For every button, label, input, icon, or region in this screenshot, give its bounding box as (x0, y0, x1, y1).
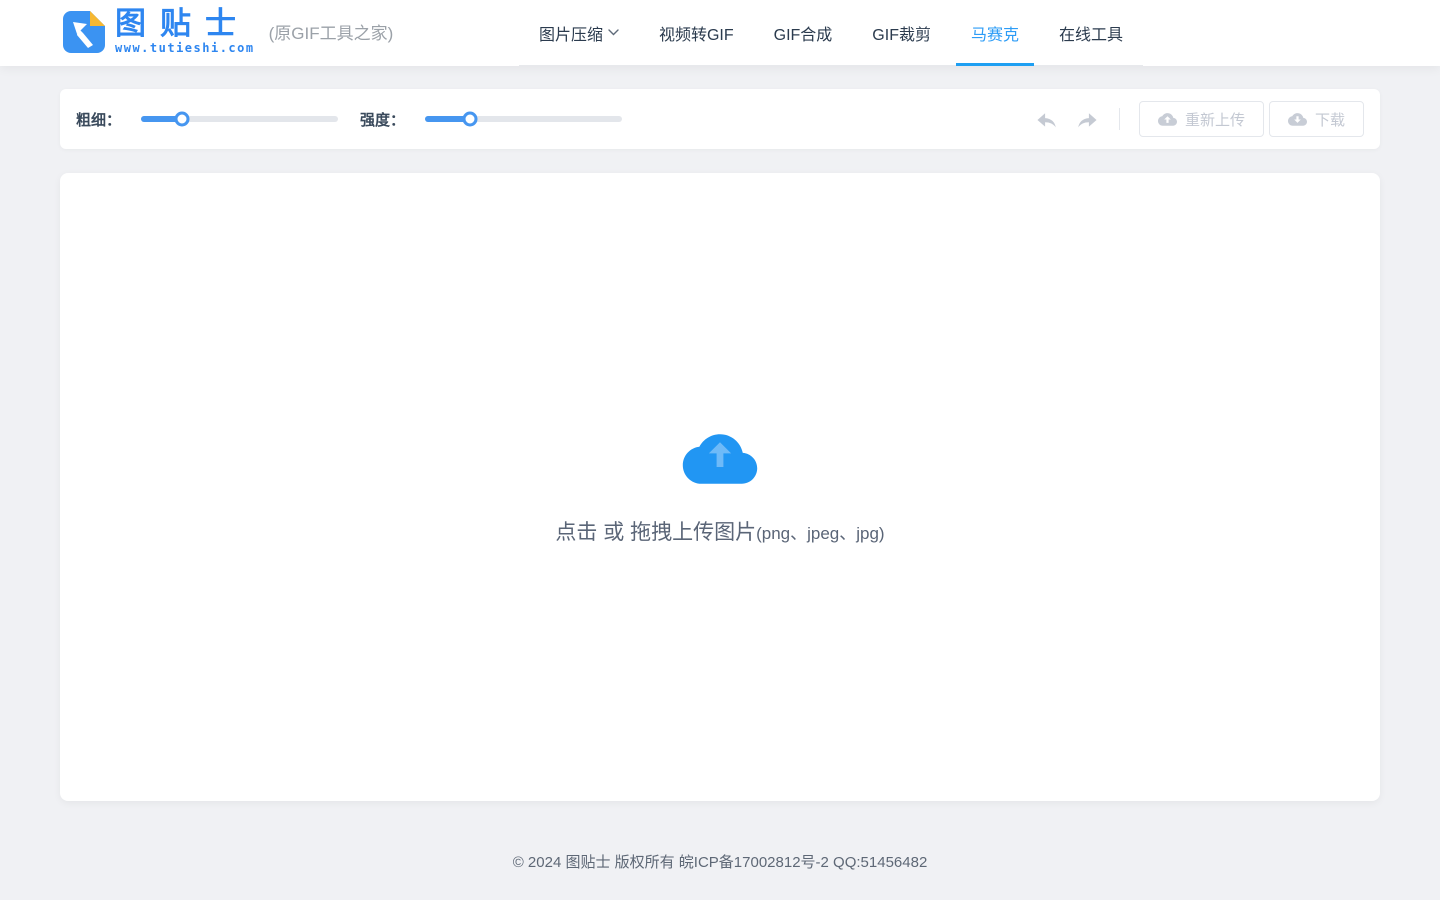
undo-arrow-icon (1035, 109, 1059, 130)
nav-item-mosaic[interactable]: 马赛克 (951, 0, 1039, 66)
logo-arrow-icon (63, 10, 105, 53)
chevron-down-icon (608, 29, 619, 36)
thickness-slider-handle[interactable] (174, 111, 190, 127)
undo-button[interactable] (1035, 109, 1059, 130)
toolbar-divider (1118, 108, 1120, 130)
nav-item-video-to-gif[interactable]: 视频转GIF (639, 0, 754, 65)
cloud-upload-icon (1157, 112, 1177, 126)
strength-label: 强度： (360, 111, 406, 129)
nav-item-online-tools[interactable]: 在线工具 (1039, 0, 1143, 65)
download-button[interactable]: 下载 (1268, 101, 1364, 137)
upload-formats-hint: (png、jpeg、jpg) (756, 524, 885, 543)
thickness-label: 粗细： (76, 111, 122, 129)
nav-item-gif-compose[interactable]: GIF合成 (754, 0, 853, 65)
redo-arrow-icon (1075, 109, 1099, 130)
upload-instruction: 点击 或 拖拽上传图片 (555, 521, 757, 544)
site-logo[interactable]: 图贴士 www.tutieshi.com (原GIF工具之家) (63, 8, 393, 55)
main-nav: 图片压缩 视频转GIF GIF合成 GIF裁剪 马赛克 在线工具 (518, 0, 1143, 66)
logo-url: www.tutieshi.com (115, 41, 255, 55)
thickness-slider[interactable] (141, 111, 339, 127)
cloud-upload-icon (682, 428, 758, 490)
header: 图贴士 www.tutieshi.com (原GIF工具之家) 图片压缩 视频转… (0, 0, 1440, 66)
cloud-download-icon (1287, 112, 1307, 126)
footer-copyright: © 2024 图贴士 版权所有 皖ICP备17002812号-2 QQ:5145… (512, 854, 928, 871)
strength-slider-handle[interactable] (462, 111, 478, 127)
upload-dropzone[interactable]: 点击 或 拖拽上传图片(png、jpeg、jpg) (60, 173, 1380, 801)
logo-subtitle: (原GIF工具之家) (268, 24, 394, 43)
redo-button[interactable] (1075, 109, 1099, 130)
nav-item-gif-crop[interactable]: GIF裁剪 (852, 0, 951, 65)
nav-item-image-compress[interactable]: 图片压缩 (519, 0, 639, 65)
reupload-button[interactable]: 重新上传 (1138, 101, 1264, 137)
mosaic-toolbar: 粗细： 强度： 重新上传 下载 (60, 89, 1380, 149)
strength-slider[interactable] (425, 111, 623, 127)
logo-title: 图贴士 (115, 6, 250, 41)
